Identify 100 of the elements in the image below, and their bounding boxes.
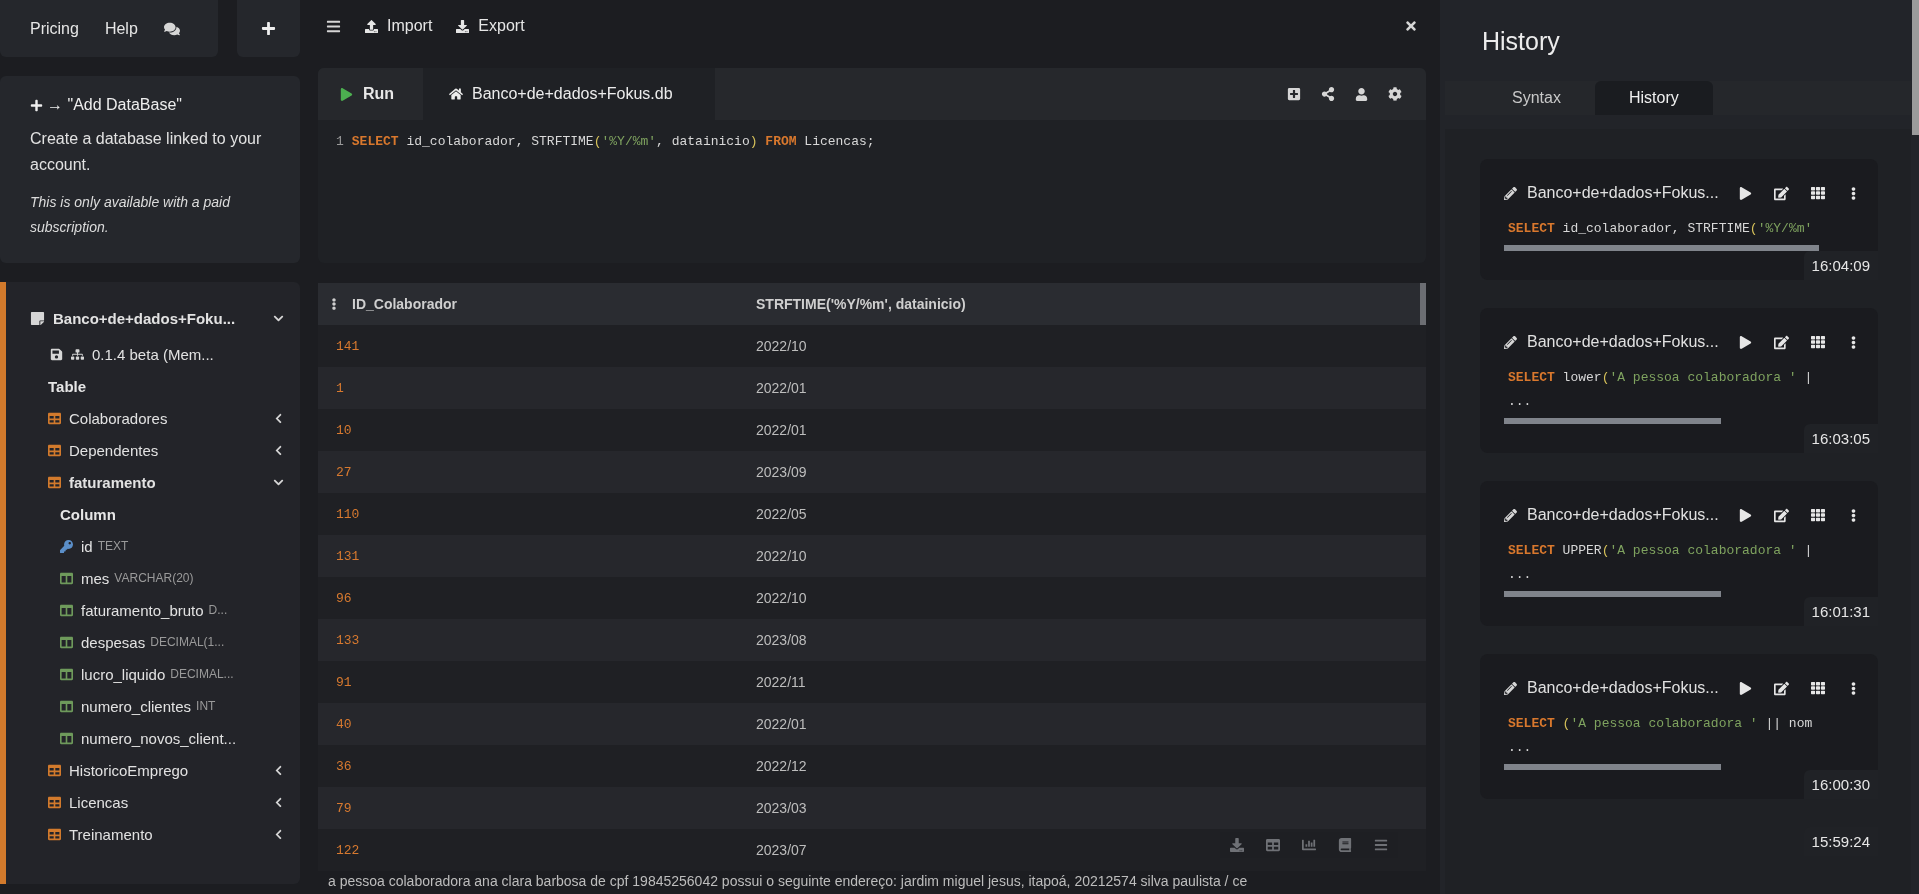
table-item[interactable]: Treinamento — [30, 818, 300, 850]
table-cell-text: 2023/07 — [755, 842, 807, 858]
pencil-icon[interactable] — [1504, 186, 1517, 200]
scrollbar-thumb[interactable] — [1504, 245, 1819, 251]
overflow-text: a pessoa colaboradora ana clara barbosa de cpf 19845256042 possui o seguinte endereço: jardim miguel jesus, itapoá, 20212574 silva paulista / ce — [327, 872, 1249, 891]
add-database-title: → "Add DataBase" — [47, 96, 182, 114]
chart-icon[interactable] — [1302, 838, 1316, 852]
table-item[interactable]: faturamento — [30, 466, 300, 498]
panel-title: History — [1481, 26, 1561, 55]
chat-icon[interactable] — [163, 20, 180, 37]
column-item[interactable]: numero_clientes INT — [30, 690, 300, 722]
table-cell-text: 2022/10 — [755, 548, 807, 564]
table-cell-text: 36 — [335, 758, 353, 774]
column-header: STRFTIME('%Y/%m', datainicio) — [755, 296, 967, 312]
menu-link[interactable]: Help — [104, 19, 138, 38]
file-tab[interactable]: Banco+de+dados+Fokus.db — [423, 68, 715, 120]
database-name: Banco+de+dados+Fokus... — [1527, 184, 1719, 202]
column-item[interactable]: despesas DECIMAL(1... — [30, 626, 300, 658]
database-name: Banco+de+dados+Fokus... — [1527, 679, 1719, 697]
table-icon — [48, 827, 61, 841]
column-type: DECIMAL(1... — [150, 635, 225, 649]
pencil-icon[interactable] — [1504, 681, 1517, 695]
download-icon[interactable] — [1230, 838, 1244, 852]
section-heading: Column — [59, 504, 117, 525]
plus-icon — [261, 21, 276, 36]
scrollbar-thumb[interactable] — [1504, 418, 1721, 424]
code-line: SELECT ('A pessoa colaboradora ' || nom — [1508, 715, 1814, 733]
table-cell-text: 96 — [335, 590, 353, 606]
table-cell-text: 110 — [335, 506, 361, 522]
export-button[interactable]: Export — [456, 17, 525, 35]
user-icon[interactable] — [1355, 87, 1368, 101]
column-type: INT — [196, 699, 216, 713]
scrollbar-thumb[interactable] — [1420, 283, 1426, 325]
share-icon[interactable] — [1321, 87, 1335, 101]
column-item[interactable]: lucro_liquido DECIMAL... — [30, 658, 300, 690]
table-item[interactable]: Dependentes — [30, 434, 300, 466]
column-icon — [60, 667, 73, 681]
table-icon — [48, 475, 61, 489]
column-header: ID_Colaborador — [352, 296, 457, 312]
timestamp: 16:00:30 — [1803, 770, 1878, 799]
plus-icon — [30, 98, 43, 112]
version-text: 0.1.4 beta (Mem... — [92, 345, 214, 363]
panel-tab[interactable]: History — [1594, 81, 1713, 115]
key-icon — [60, 539, 73, 553]
download-icon — [456, 19, 470, 33]
pencil-icon[interactable] — [1504, 508, 1517, 522]
column-item[interactable]: faturamento_bruto D... — [30, 594, 300, 626]
column-icon — [60, 699, 73, 713]
table-cell-text: 2023/03 — [755, 800, 807, 816]
table-item[interactable]: Colaboradores — [30, 402, 300, 434]
pencil-icon[interactable] — [1504, 335, 1517, 349]
scrollbar-thumb[interactable] — [1504, 764, 1721, 770]
column-icon — [60, 603, 73, 617]
menu-icon[interactable] — [326, 18, 341, 34]
table-item[interactable]: Licencas — [30, 786, 300, 818]
column-item[interactable]: mes VARCHAR(20) — [30, 562, 300, 594]
code-line: SELECT UPPER('A pessoa colaboradora ' | — [1508, 542, 1814, 560]
table-cell-text: 122 — [335, 842, 361, 858]
code-line: ... — [1508, 566, 1533, 584]
table-cell-text: 133 — [335, 632, 361, 648]
home-icon — [449, 87, 463, 101]
table-cell-text: 2023/08 — [755, 632, 807, 648]
schema-icon[interactable] — [71, 347, 84, 361]
table-icon — [48, 411, 61, 425]
description-text: Create a database linked to your account. — [30, 129, 263, 175]
timestamp: 16:01:31 — [1803, 597, 1878, 626]
table-item[interactable]: HistoricoEmprego — [30, 754, 300, 786]
database-name: Banco+de+dados+Fokus... — [1527, 333, 1719, 351]
menu-link[interactable]: Pricing — [30, 19, 79, 38]
code-line: SELECT lower('A pessoa colaboradora ' | — [1508, 369, 1814, 387]
close-icon[interactable] — [1404, 19, 1418, 33]
table-icon[interactable] — [1266, 838, 1280, 852]
table-cell-text: 141 — [335, 338, 361, 354]
column-type: VARCHAR(20) — [114, 571, 194, 585]
table-icon — [48, 795, 61, 809]
book-icon[interactable] — [1338, 838, 1352, 852]
line-number: 1 — [336, 134, 344, 149]
save-icon[interactable] — [50, 347, 63, 361]
scrollbar-thumb[interactable] — [1912, 0, 1919, 135]
table-cell-text: 2022/01 — [755, 422, 807, 438]
table-cell-text: 2022/10 — [755, 338, 807, 354]
scrollbar-thumb[interactable] — [1504, 591, 1721, 597]
settings-icon[interactable] — [1388, 87, 1402, 101]
code-line: ... — [1508, 393, 1533, 411]
table-cell-text: 2022/11 — [755, 674, 806, 690]
table-cell-text: 2022/10 — [755, 590, 807, 606]
column-item[interactable]: id TEXT — [30, 530, 300, 562]
column-icon — [60, 571, 73, 585]
column-type: D... — [208, 603, 228, 617]
table-cell-text: 2022/12 — [755, 758, 807, 774]
code-line: ... — [1508, 739, 1533, 757]
panel-tab[interactable]: Syntax — [1478, 81, 1595, 115]
column-item[interactable]: numero_novos_client... — [30, 722, 300, 754]
list-icon[interactable] — [1374, 838, 1388, 852]
import-button[interactable]: Import — [365, 17, 433, 35]
add-icon[interactable] — [1287, 87, 1301, 101]
database-item[interactable]: Banco+de+dados+Foku... — [30, 298, 300, 338]
table-icon — [48, 443, 61, 457]
table-cell-text: 27 — [335, 464, 353, 480]
table-cell-text: 2022/01 — [755, 716, 807, 732]
